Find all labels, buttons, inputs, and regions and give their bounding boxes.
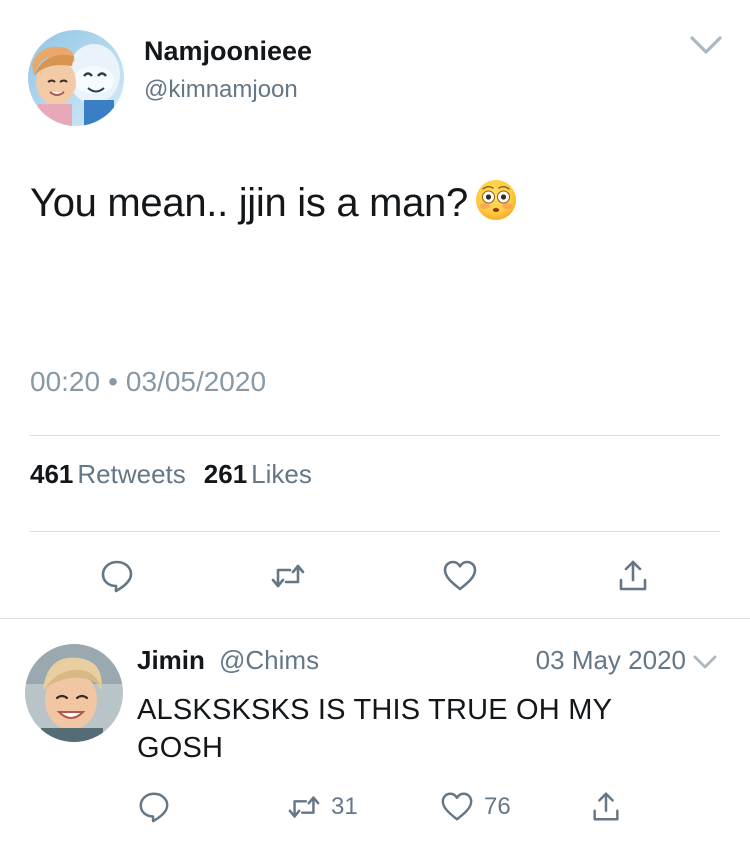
retweet-icon xyxy=(288,796,320,818)
reply-retweet-button[interactable]: 31 xyxy=(287,789,358,825)
share-icon xyxy=(593,792,619,821)
avatar[interactable] xyxy=(25,644,123,742)
heart-icon xyxy=(441,792,473,821)
reply-tweet[interactable]: Jimin @Chims 03 May 2020 ALSKSKSKS IS TH… xyxy=(0,619,750,851)
reply-icon xyxy=(139,792,169,823)
tweet-time: 00:20 xyxy=(30,366,101,397)
reply-retweet-count: 31 xyxy=(331,793,358,820)
main-tweet: Namjoonieee @kimnamjoon You mean.. jjin … xyxy=(0,0,750,618)
tweet-date: 03/05/2020 xyxy=(125,366,267,397)
flushed-face-icon xyxy=(475,180,516,220)
reply-share-button[interactable] xyxy=(589,789,623,825)
like-label: Likes xyxy=(251,459,312,489)
display-name[interactable]: Namjoonieee xyxy=(144,36,312,67)
retweet-icon[interactable] xyxy=(270,558,306,594)
handle[interactable]: @kimnamjoon xyxy=(144,76,298,104)
chevron-down-icon[interactable] xyxy=(686,28,726,62)
retweet-label: Retweets xyxy=(77,459,186,489)
avatar[interactable] xyxy=(28,30,124,126)
reply-like-count: 76 xyxy=(484,793,511,820)
reply-reply-button[interactable] xyxy=(137,789,171,825)
tweet-text: You mean.. jjin is a man? xyxy=(30,178,518,226)
separator-dot: • xyxy=(108,366,118,397)
tweet-timestamp[interactable]: 00:20 • 03/05/2020 xyxy=(30,366,266,398)
share-icon[interactable] xyxy=(615,558,651,594)
reply-display-name[interactable]: Jimin xyxy=(137,645,205,676)
heart-icon[interactable] xyxy=(442,558,478,594)
divider xyxy=(30,435,720,436)
likes-stat[interactable]: 261 Likes xyxy=(204,459,312,489)
chevron-down-icon[interactable] xyxy=(690,649,720,675)
reply-icon[interactable] xyxy=(99,558,135,594)
tweet-text-content: You mean.. jjin is a man? xyxy=(30,181,468,225)
reply-text: ALSKSKSKS IS THIS TRUE OH MY GOSH xyxy=(137,694,612,764)
reply-date: 03 May 2020 xyxy=(535,645,686,675)
tweet-stats: 461 Retweets 261 Likes xyxy=(30,459,312,490)
retweets-stat[interactable]: 461 Retweets xyxy=(30,459,186,489)
like-count: 261 xyxy=(203,459,248,489)
divider xyxy=(30,531,720,532)
reply-like-button[interactable]: 76 xyxy=(440,789,511,825)
retweet-count: 461 xyxy=(30,459,74,489)
reply-handle[interactable]: @Chims xyxy=(219,645,319,676)
